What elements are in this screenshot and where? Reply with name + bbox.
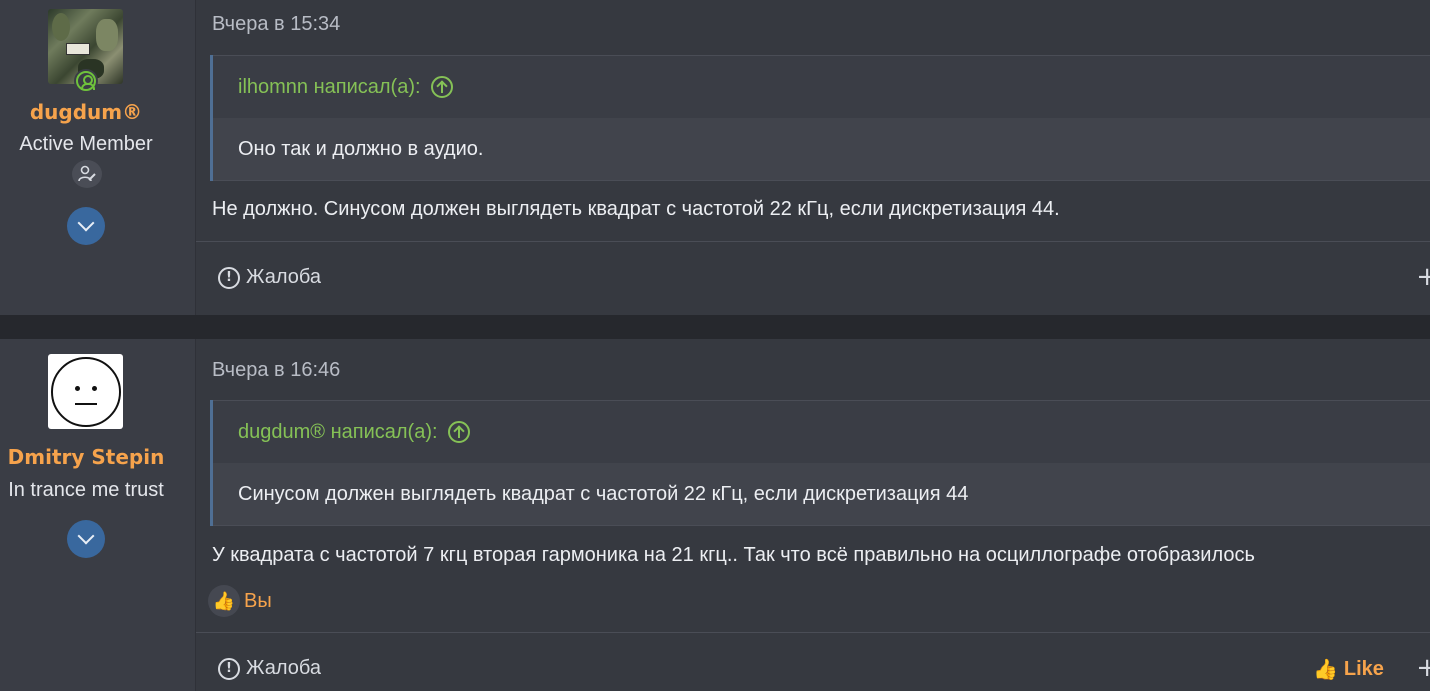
username[interactable]: dugdum® [0,100,172,124]
quote-block: dugdum® написал(а): Синусом должен выгля… [210,400,1430,526]
quote-author[interactable]: ilhomnn написал(а): [238,76,421,99]
message-text: У квадрата с частотой 7 кгц вторая гармо… [212,544,1255,566]
avatar[interactable] [48,354,123,429]
avatar-image-part [96,19,118,51]
user-title: In trance me trust [8,479,164,501]
post: Dmitry Stepin In trance me trust Вчера в… [0,339,1430,691]
plus-icon[interactable]: + [1416,653,1430,683]
post-separator [0,315,1430,339]
username[interactable]: Dmitry Stepin [0,445,172,469]
post-date[interactable]: Вчера в 16:46 [212,359,340,382]
arrow-up-circle-icon[interactable] [447,421,470,443]
like-label: Like [1343,658,1384,680]
quote-author[interactable]: dugdum® написал(а): [238,421,438,444]
expand-user-info-button[interactable] [67,207,105,245]
exclamation-circle-icon: ! [218,657,240,680]
expand-user-info-button[interactable] [67,520,105,558]
quote-text: Синусом должен выглядеть квадрат с часто… [213,463,1430,526]
post-date[interactable]: Вчера в 15:34 [212,13,340,36]
message-content: Вчера в 15:34 ilhomnn написал(а): Оно та… [196,0,1430,315]
thumbs-up-icon: 👍 [1313,659,1338,681]
user-column: dugdum® Active Member [0,0,196,315]
chevron-down-icon [77,527,95,545]
report-button[interactable]: ! Жалоба [218,266,321,289]
thumbs-up-icon: 👍 [208,585,240,617]
post: dugdum® Active Member Вчера в 15:34 ilho… [0,0,1430,315]
exclamation-circle-icon: ! [218,266,240,289]
plus-icon[interactable]: + [1416,262,1430,292]
reactions-bar[interactable]: 👍 Вы [208,585,272,617]
user-title: Active Member [19,133,153,155]
quote-block: ilhomnn написал(а): Оно так и должно в а… [210,55,1430,181]
chevron-down-icon [77,214,95,232]
message-text: Не должно. Синусом должен выглядеть квад… [212,198,1060,220]
like-button[interactable]: 👍 Like [1313,657,1384,682]
quote-header[interactable]: ilhomnn написал(а): [213,55,1430,118]
divider [196,632,1430,633]
reaction-users[interactable]: Вы [244,590,272,613]
avatar-image-part [66,43,90,55]
online-status-icon [74,69,98,93]
divider [196,241,1430,242]
quote-text: Оно так и должно в аудио. [213,118,1430,181]
report-button[interactable]: ! Жалоба [218,657,321,680]
message-content: Вчера в 16:46 dugdum® написал(а): Синусо… [196,339,1430,691]
neutral-face-icon [50,356,121,427]
arrow-up-circle-icon[interactable] [430,76,453,98]
quote-header[interactable]: dugdum® написал(а): [213,400,1430,463]
user-column: Dmitry Stepin In trance me trust [0,339,196,691]
avatar-image-part [52,13,70,41]
report-label: Жалоба [246,657,321,679]
report-label: Жалоба [246,266,321,288]
user-edit-icon [72,160,102,188]
